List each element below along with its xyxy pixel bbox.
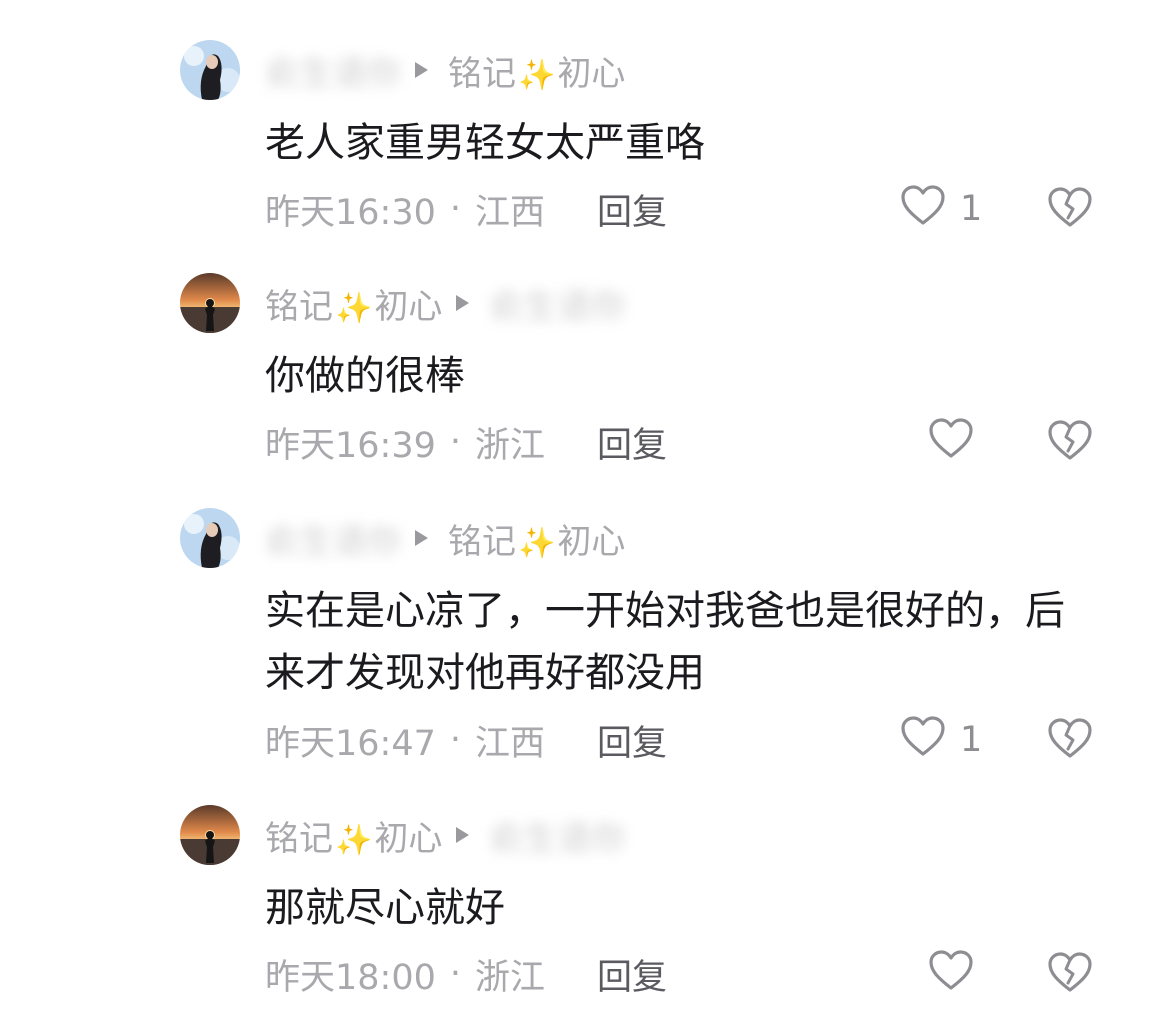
separator-dot: · <box>449 954 462 994</box>
sparkle-icon: ✨ <box>335 822 373 858</box>
comment-text: 老人家重男轻女太严重咯 <box>265 120 705 166</box>
triangle-right-icon <box>415 530 428 546</box>
like-button[interactable]: 1 <box>900 184 982 234</box>
triangle-right-icon <box>456 827 470 843</box>
username[interactable]: 俞生语你 <box>265 514 401 563</box>
heart-outline-icon <box>900 715 946 766</box>
dislike-button[interactable] <box>1046 184 1094 234</box>
username[interactable]: 铭记✨初心 <box>265 811 442 860</box>
like-button[interactable]: 1 <box>900 715 982 765</box>
reply-to-username[interactable]: 铭记✨初心 <box>448 46 625 95</box>
region: 浙江 <box>475 957 546 998</box>
reply-header: 铭记✨初心 俞生语你 <box>265 807 625 863</box>
sparkle-icon: ✨ <box>518 525 556 561</box>
comment-text: 你做的很棒 <box>265 353 465 399</box>
sparkle-icon: ✨ <box>335 290 373 326</box>
reply-header: 俞生语你 铭记✨初心 <box>265 42 625 98</box>
avatar[interactable] <box>180 805 240 865</box>
comment-item: 俞生语你 铭记✨初心实在是心凉了，一开始对我爸也是很好的，后来才发现对他再好都没用 <box>0 508 1152 738</box>
triangle-right-icon <box>456 295 470 311</box>
region: 江西 <box>475 723 546 764</box>
like-count: 1 <box>960 189 983 229</box>
comment-text: 实在是心凉了，一开始对我爸也是很好的，后来才发现对他再好都没用 <box>265 588 1065 696</box>
reply-to-username[interactable]: 铭记✨初心 <box>448 514 625 563</box>
broken-heart-icon <box>1046 950 1094 998</box>
reply-button[interactable]: 回复 <box>597 417 667 468</box>
comment-text: 那就尽心就好 <box>265 885 505 931</box>
heart-outline-icon <box>928 417 974 468</box>
like-button[interactable] <box>928 417 974 467</box>
dislike-button[interactable] <box>1046 417 1094 467</box>
reply-to-username[interactable]: 俞生语你 <box>489 279 625 328</box>
broken-heart-icon <box>1046 185 1094 233</box>
reply-header: 俞生语你 铭记✨初心 <box>265 510 625 566</box>
reply-to-username[interactable]: 俞生语你 <box>489 811 625 860</box>
avatar[interactable] <box>180 508 240 568</box>
separator-dot: · <box>449 720 462 760</box>
username[interactable]: 俞生语你 <box>265 46 401 95</box>
timestamp: 昨天18:00 <box>265 957 436 998</box>
region: 江西 <box>475 192 546 233</box>
separator-dot: · <box>449 422 462 462</box>
comment-meta: 昨天18:00 · 浙江 回复 <box>265 949 667 999</box>
reply-button[interactable]: 回复 <box>597 184 667 235</box>
dislike-button[interactable] <box>1046 949 1094 999</box>
reply-header: 铭记✨初心 俞生语你 <box>265 275 625 331</box>
avatar[interactable] <box>180 273 240 333</box>
timestamp: 昨天16:30 <box>265 192 436 233</box>
comment-item: 铭记✨初心 俞生语你那就尽心就好 <box>0 805 1152 1035</box>
comment-meta: 昨天16:30 · 江西 回复 <box>265 184 667 234</box>
timestamp: 昨天16:39 <box>265 425 436 466</box>
like-count: 1 <box>960 720 983 760</box>
comment-meta: 昨天16:39 · 浙江 回复 <box>265 417 667 467</box>
timestamp: 昨天16:47 <box>265 723 436 764</box>
region: 浙江 <box>475 425 546 466</box>
reply-button[interactable]: 回复 <box>597 949 667 1000</box>
triangle-right-icon <box>415 62 428 78</box>
comment-item: 铭记✨初心 俞生语你 你做的很棒 <box>0 273 1152 503</box>
comment-item: 俞生语你 铭记✨初心老人家重男轻女太严重咯 <box>0 40 1152 270</box>
avatar[interactable] <box>180 40 240 100</box>
separator-dot: · <box>449 189 462 229</box>
heart-outline-icon <box>928 949 974 1000</box>
username[interactable]: 铭记✨初心 <box>265 279 442 328</box>
heart-outline-icon <box>900 184 946 235</box>
sparkle-icon: ✨ <box>518 57 556 93</box>
like-button[interactable] <box>928 949 974 999</box>
comment-meta: 昨天16:47 · 江西 回复 <box>265 715 667 765</box>
broken-heart-icon <box>1046 716 1094 764</box>
broken-heart-icon <box>1046 418 1094 466</box>
reply-button[interactable]: 回复 <box>597 715 667 766</box>
dislike-button[interactable] <box>1046 715 1094 765</box>
